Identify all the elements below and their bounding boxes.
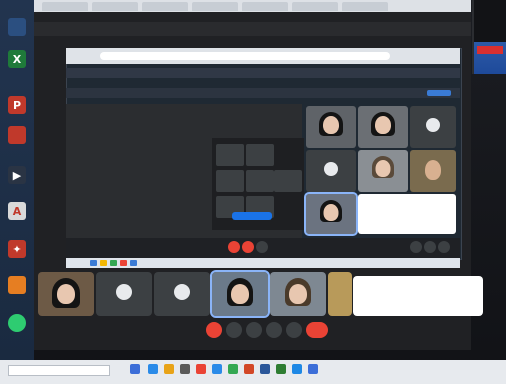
more-icon[interactable] xyxy=(286,322,302,338)
desktop: X P ▶ A ✦ xyxy=(0,0,34,362)
video-tile[interactable] xyxy=(410,106,456,148)
taskbar-app-icon xyxy=(100,260,107,266)
recycle-bin-icon[interactable] xyxy=(8,18,26,36)
media-player-icon[interactable]: ▶ xyxy=(8,166,26,184)
camera-icon[interactable] xyxy=(226,322,242,338)
chat-icon[interactable] xyxy=(438,241,450,253)
task-view-icon[interactable] xyxy=(130,364,140,374)
shared-banner-text xyxy=(66,79,78,84)
file-explorer-icon[interactable] xyxy=(164,364,174,374)
browser-tabstrip xyxy=(34,0,471,12)
line-icon[interactable] xyxy=(8,314,26,332)
avatar xyxy=(116,284,132,300)
avatar xyxy=(174,284,190,300)
shared-present-label xyxy=(232,223,235,228)
browser-tab[interactable] xyxy=(342,2,388,11)
app-icon[interactable] xyxy=(8,276,26,294)
taskbar-app-icon xyxy=(110,260,117,266)
avatar xyxy=(426,118,440,132)
app-icon[interactable] xyxy=(292,364,302,374)
shared-notice-bar xyxy=(66,88,460,98)
app-icon[interactable] xyxy=(308,364,318,374)
inner-tile xyxy=(274,170,302,192)
camera-off-icon[interactable] xyxy=(242,241,254,253)
inner-tile xyxy=(246,144,274,166)
excel-icon[interactable] xyxy=(276,364,286,374)
chat-popup[interactable] xyxy=(353,276,483,316)
video-tile[interactable] xyxy=(306,150,356,192)
video-tile[interactable] xyxy=(358,150,408,192)
shared-notice-button[interactable] xyxy=(427,90,451,96)
inner-tile xyxy=(216,144,244,166)
app-icon[interactable] xyxy=(212,364,222,374)
present-icon[interactable] xyxy=(256,241,268,253)
taskbar-app-icon xyxy=(130,260,137,266)
word-icon[interactable] xyxy=(260,364,270,374)
powerpoint-icon[interactable]: P xyxy=(8,96,26,114)
inner-tile xyxy=(246,170,274,192)
taskbar-app-icon xyxy=(90,260,97,266)
browser-tab[interactable] xyxy=(242,2,288,11)
participant-tile[interactable] xyxy=(96,272,152,316)
participant-tile[interactable] xyxy=(270,272,326,316)
taskbar-app-icon xyxy=(120,260,127,266)
info-icon[interactable] xyxy=(420,322,436,338)
mic-off-icon[interactable] xyxy=(206,322,222,338)
app-icon[interactable] xyxy=(228,364,238,374)
browser-tab[interactable] xyxy=(142,2,188,11)
chat-icon[interactable] xyxy=(452,322,468,338)
mic-off-icon[interactable] xyxy=(228,241,240,253)
people-icon[interactable] xyxy=(436,322,452,338)
edge-icon[interactable] xyxy=(148,364,158,374)
captions-icon[interactable] xyxy=(246,322,262,338)
browser-tab[interactable] xyxy=(42,2,88,11)
secondary-screen-sign xyxy=(477,46,503,54)
chat-notification[interactable] xyxy=(358,194,456,234)
meet-title-bar xyxy=(34,22,471,36)
excel-icon[interactable]: X xyxy=(8,50,26,68)
browser-tab[interactable] xyxy=(192,2,238,11)
video-tile-active[interactable] xyxy=(304,192,358,236)
participant-tile-active[interactable] xyxy=(210,270,270,318)
taskbar-search-input[interactable] xyxy=(8,365,110,376)
powerpoint-icon[interactable] xyxy=(244,364,254,374)
video-tile[interactable] xyxy=(410,150,456,192)
people-icon[interactable] xyxy=(424,241,436,253)
info-icon[interactable] xyxy=(410,241,422,253)
app-icon[interactable] xyxy=(8,126,26,144)
browser-tab[interactable] xyxy=(92,2,138,11)
participant-tile[interactable] xyxy=(328,272,352,316)
pdf-icon[interactable]: ✦ xyxy=(8,240,26,258)
video-tile[interactable] xyxy=(358,106,408,148)
participant-tile[interactable] xyxy=(154,272,210,316)
video-tile[interactable] xyxy=(306,106,356,148)
pdf-reader-icon[interactable]: A xyxy=(8,202,26,220)
chrome-icon[interactable] xyxy=(196,364,206,374)
shared-address-bar xyxy=(100,52,390,60)
participant-tile[interactable] xyxy=(38,272,94,316)
avatar xyxy=(324,162,338,176)
browser-tab[interactable] xyxy=(292,2,338,11)
end-call-icon[interactable] xyxy=(306,322,328,338)
shared-present-button[interactable] xyxy=(232,212,272,220)
inner-tile xyxy=(216,170,244,192)
shared-banner xyxy=(66,68,460,78)
app-icon[interactable] xyxy=(180,364,190,374)
present-icon[interactable] xyxy=(266,322,282,338)
